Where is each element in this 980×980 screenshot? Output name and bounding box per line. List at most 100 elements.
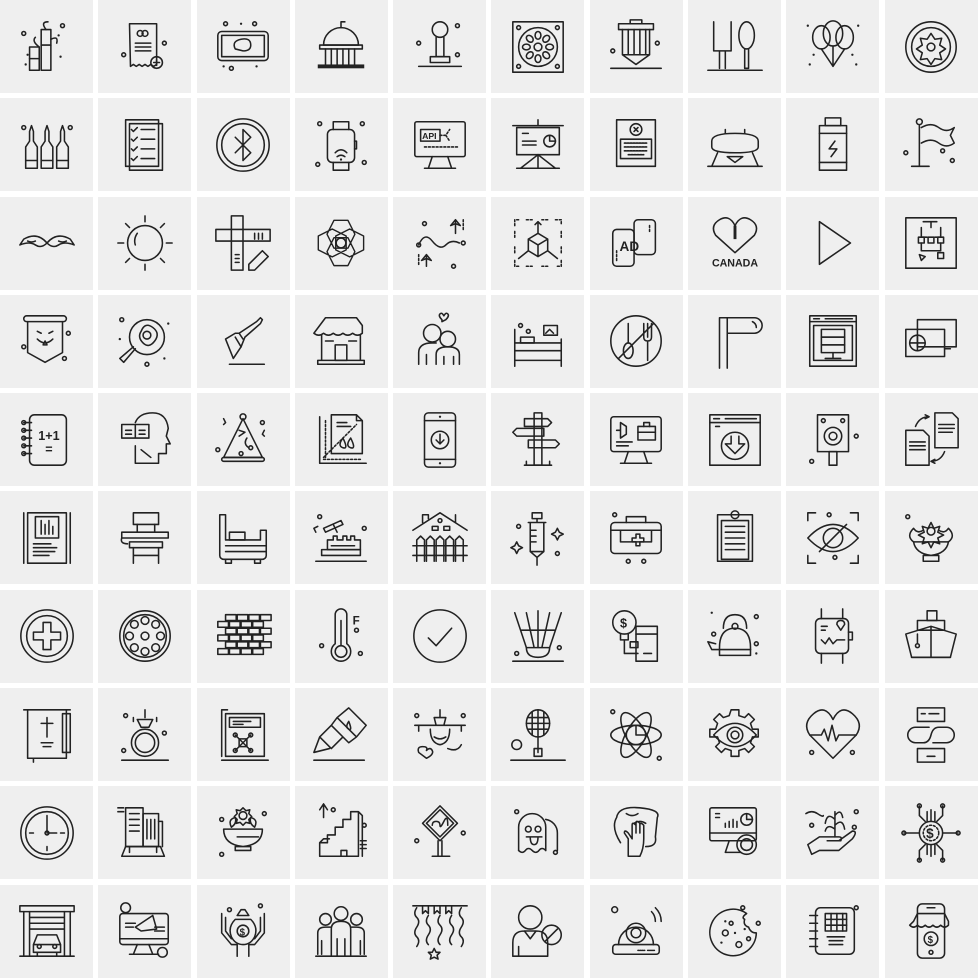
icon-tile[interactable] bbox=[688, 294, 782, 388]
icon-tile[interactable] bbox=[786, 884, 880, 978]
icon-tile[interactable] bbox=[294, 884, 388, 978]
icon-tile[interactable] bbox=[884, 688, 978, 782]
icon-tile[interactable] bbox=[393, 393, 487, 487]
icon-tile[interactable] bbox=[196, 491, 290, 585]
icon-tile[interactable] bbox=[98, 688, 192, 782]
icon-tile[interactable] bbox=[589, 786, 683, 880]
icon-tile[interactable] bbox=[491, 294, 585, 388]
icon-tile[interactable] bbox=[196, 196, 290, 290]
icon-tile[interactable] bbox=[393, 0, 487, 93]
icon-tile[interactable] bbox=[589, 294, 683, 388]
icon-tile[interactable] bbox=[294, 491, 388, 585]
icon-tile[interactable] bbox=[98, 393, 192, 487]
icon-tile[interactable] bbox=[786, 294, 880, 388]
icon-tile[interactable] bbox=[786, 393, 880, 487]
icon-tile[interactable] bbox=[196, 98, 290, 192]
icon-tile[interactable] bbox=[589, 884, 683, 978]
icon-tile[interactable] bbox=[0, 196, 93, 290]
icon-tile[interactable] bbox=[491, 589, 585, 683]
icon-tile[interactable] bbox=[294, 393, 388, 487]
icon-tile[interactable] bbox=[491, 196, 585, 290]
icon-tile[interactable] bbox=[589, 0, 683, 93]
icon-tile[interactable] bbox=[491, 0, 585, 93]
icon-tile[interactable] bbox=[294, 688, 388, 782]
icon-tile[interactable] bbox=[98, 884, 192, 978]
icon-tile[interactable] bbox=[491, 786, 585, 880]
icon-tile[interactable]: F bbox=[294, 589, 388, 683]
icon-tile[interactable] bbox=[884, 0, 978, 93]
icon-tile[interactable] bbox=[393, 589, 487, 683]
icon-tile[interactable] bbox=[491, 491, 585, 585]
icon-tile[interactable] bbox=[393, 786, 487, 880]
icon-tile[interactable] bbox=[294, 786, 388, 880]
icon-tile[interactable] bbox=[196, 589, 290, 683]
icon-tile[interactable]: CANADA bbox=[688, 196, 782, 290]
icon-tile[interactable] bbox=[786, 196, 880, 290]
icon-tile[interactable] bbox=[98, 98, 192, 192]
icon-tile[interactable] bbox=[98, 196, 192, 290]
icon-tile[interactable] bbox=[393, 491, 487, 585]
icon-tile[interactable]: 1+1 = bbox=[0, 393, 93, 487]
icon-tile[interactable] bbox=[884, 393, 978, 487]
icon-tile[interactable] bbox=[294, 294, 388, 388]
icon-tile[interactable] bbox=[688, 0, 782, 93]
icon-tile[interactable] bbox=[491, 98, 585, 192]
icon-tile[interactable]: $ bbox=[589, 589, 683, 683]
icon-tile[interactable] bbox=[0, 294, 93, 388]
icon-tile[interactable]: $ bbox=[196, 884, 290, 978]
icon-tile[interactable] bbox=[786, 688, 880, 782]
icon-tile[interactable] bbox=[196, 688, 290, 782]
icon-tile[interactable] bbox=[786, 491, 880, 585]
icon-tile[interactable] bbox=[294, 196, 388, 290]
icon-tile[interactable] bbox=[688, 786, 782, 880]
icon-tile[interactable] bbox=[393, 294, 487, 388]
icon-tile[interactable] bbox=[0, 786, 93, 880]
icon-tile[interactable] bbox=[0, 589, 93, 683]
icon-tile[interactable] bbox=[688, 98, 782, 192]
icon-tile[interactable]: $ bbox=[884, 884, 978, 978]
icon-tile[interactable] bbox=[196, 294, 290, 388]
icon-tile[interactable] bbox=[786, 589, 880, 683]
icon-tile[interactable] bbox=[589, 393, 683, 487]
icon-tile[interactable]: AD bbox=[589, 196, 683, 290]
icon-tile[interactable] bbox=[688, 491, 782, 585]
icon-tile[interactable] bbox=[0, 688, 93, 782]
icon-tile[interactable] bbox=[491, 688, 585, 782]
icon-tile[interactable] bbox=[196, 0, 290, 93]
icon-tile[interactable] bbox=[786, 98, 880, 192]
icon-tile[interactable] bbox=[0, 98, 93, 192]
icon-tile[interactable] bbox=[884, 589, 978, 683]
icon-tile[interactable] bbox=[393, 884, 487, 978]
icon-tile[interactable] bbox=[491, 884, 585, 978]
icon-tile[interactable] bbox=[98, 589, 192, 683]
icon-tile[interactable] bbox=[884, 196, 978, 290]
icon-tile[interactable] bbox=[786, 0, 880, 93]
icon-tile[interactable] bbox=[98, 491, 192, 585]
icon-tile[interactable] bbox=[589, 688, 683, 782]
icon-tile[interactable] bbox=[196, 786, 290, 880]
icon-tile[interactable] bbox=[294, 98, 388, 192]
icon-tile[interactable] bbox=[393, 196, 487, 290]
icon-tile[interactable] bbox=[98, 786, 192, 880]
icon-tile[interactable]: API bbox=[393, 98, 487, 192]
icon-tile[interactable] bbox=[589, 491, 683, 585]
icon-tile[interactable] bbox=[786, 786, 880, 880]
icon-tile[interactable] bbox=[0, 0, 93, 93]
icon-tile[interactable] bbox=[0, 491, 93, 585]
icon-tile[interactable] bbox=[589, 98, 683, 192]
icon-tile[interactable] bbox=[491, 393, 585, 487]
icon-tile[interactable] bbox=[98, 0, 192, 93]
icon-tile[interactable] bbox=[196, 393, 290, 487]
icon-tile[interactable] bbox=[0, 884, 93, 978]
icon-tile[interactable] bbox=[884, 98, 978, 192]
icon-tile[interactable] bbox=[884, 294, 978, 388]
icon-tile[interactable] bbox=[688, 688, 782, 782]
icon-tile[interactable]: $ bbox=[884, 786, 978, 880]
icon-tile[interactable] bbox=[393, 688, 487, 782]
icon-tile[interactable] bbox=[294, 0, 388, 93]
icon-tile[interactable] bbox=[98, 294, 192, 388]
icon-tile[interactable] bbox=[884, 491, 978, 585]
icon-tile[interactable] bbox=[688, 393, 782, 487]
icon-tile[interactable] bbox=[688, 589, 782, 683]
icon-tile[interactable] bbox=[688, 884, 782, 978]
